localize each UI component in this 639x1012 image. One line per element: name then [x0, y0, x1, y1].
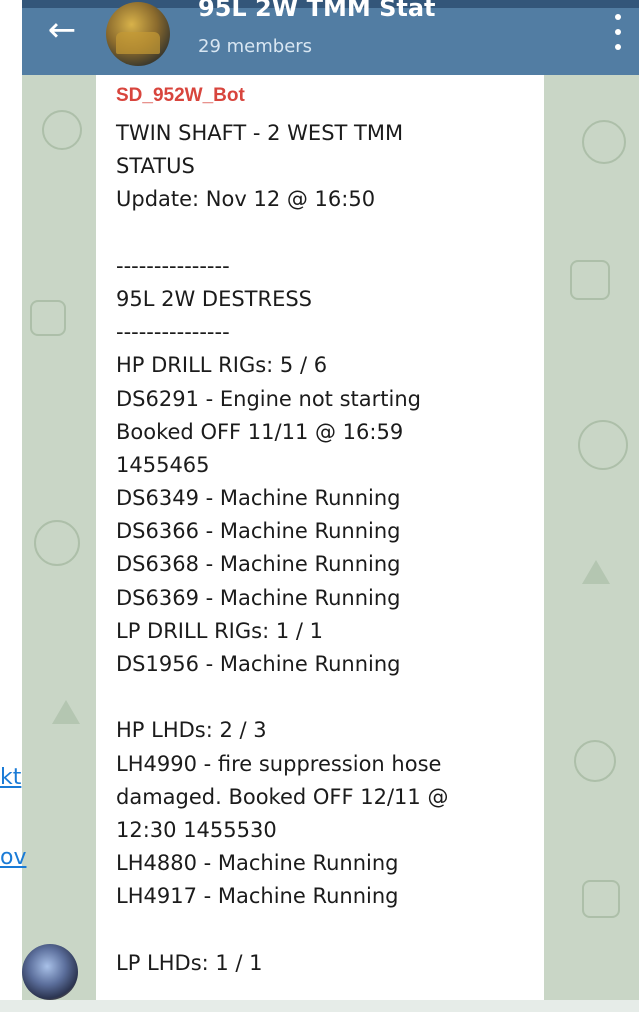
doodle-icon: [574, 740, 616, 782]
message-line: LH4880 - Machine Running: [116, 851, 399, 876]
message-line: 12:30 1455530: [116, 817, 277, 842]
message-line: [116, 914, 536, 947]
sender-avatar[interactable]: [22, 944, 78, 1000]
message-line: DS6366 - Machine Running: [116, 519, 401, 544]
more-vert-icon: [615, 14, 621, 20]
message-line: 95L 2W DESTRESS: [116, 286, 313, 311]
doodle-icon: [582, 880, 620, 918]
message-line: LP LHDs: 1 / 1: [116, 950, 263, 975]
doodle-icon: [578, 420, 628, 470]
bottom-edge: [0, 1000, 639, 1012]
message-bubble[interactable]: SD_952W_Bot TWIN SHAFT - 2 WEST TMM STAT…: [96, 75, 544, 1012]
message-line: 1455465: [116, 452, 210, 477]
left-page-fragment: kt ov: [0, 0, 26, 1012]
doodle-icon: [30, 300, 66, 336]
message-line: ---------------: [116, 253, 230, 278]
message-line: STATUS: [116, 154, 195, 179]
message-line: LP DRILL RIGs: 1 / 1: [116, 618, 323, 643]
message-line: ---------------: [116, 320, 230, 345]
message-line: DS6349 - Machine Running: [116, 486, 401, 511]
message-text: TWIN SHAFT - 2 WEST TMM STATUS Update: N…: [116, 117, 536, 980]
message-line: [116, 217, 536, 250]
doodle-icon: [34, 520, 80, 566]
group-avatar[interactable]: [106, 2, 170, 66]
message-line: DS6368 - Machine Running: [116, 552, 401, 577]
member-count: 29 members: [198, 36, 313, 57]
message-line: Update: Nov 12 @ 16:50: [116, 187, 376, 212]
message-line: LH4917 - Machine Running: [116, 884, 399, 909]
doodle-icon: [582, 120, 626, 164]
arrow-left-icon: ←: [47, 10, 77, 50]
message-line: TWIN SHAFT - 2 WEST TMM: [116, 121, 404, 145]
message-line: HP LHDs: 2 / 3: [116, 718, 267, 743]
chat-header: ← 95L 2W TMM Stat 29 members: [22, 0, 639, 75]
more-menu-button[interactable]: [611, 14, 625, 50]
doodle-icon: [570, 260, 610, 300]
back-button[interactable]: ←: [42, 12, 82, 52]
group-title[interactable]: 95L 2W TMM Stat: [198, 0, 436, 22]
doodle-icon: [52, 700, 80, 724]
message-line: [116, 681, 536, 714]
fragment-link[interactable]: ov: [0, 845, 26, 870]
doodle-icon: [42, 110, 82, 150]
message-line: damaged. Booked OFF 12/11 @: [116, 784, 449, 809]
message-line: LH4990 - fire suppression hose: [116, 751, 442, 776]
message-line: DS6369 - Machine Running: [116, 585, 401, 610]
message-sender[interactable]: SD_952W_Bot: [116, 85, 245, 107]
message-line: DS1956 - Machine Running: [116, 652, 401, 676]
message-line: Booked OFF 11/11 @ 16:59: [116, 419, 404, 444]
message-line: DS6291 - Engine not starting: [116, 386, 421, 411]
fragment-link[interactable]: kt: [0, 765, 22, 790]
message-line: HP DRILL RIGs: 5 / 6: [116, 353, 328, 378]
doodle-icon: [582, 560, 610, 584]
